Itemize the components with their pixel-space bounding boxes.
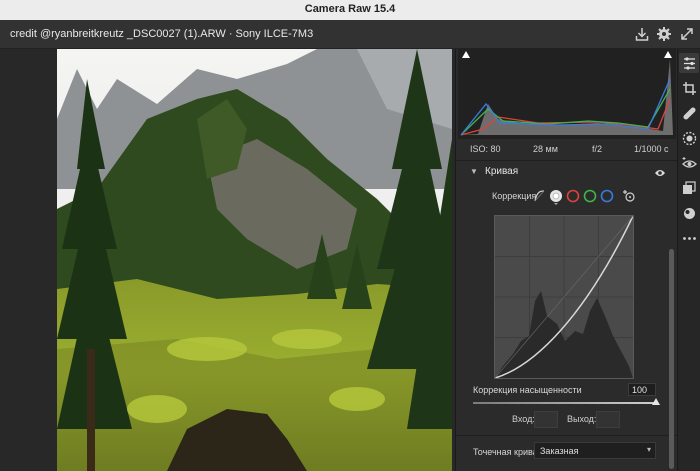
saturation-slider-thumb[interactable] xyxy=(652,398,660,405)
focal-length: 28 мм xyxy=(533,144,558,154)
input-field[interactable] xyxy=(534,411,558,428)
point-curve-label: Точечная кривая xyxy=(473,447,543,457)
file-name: credit @ryanbreitkreutz _DSC0027 (1).ARW… xyxy=(10,28,314,40)
exif-info: ISO: 80 28 мм f/2 1/1000 с xyxy=(456,139,678,159)
highlight-clip-icon xyxy=(664,51,672,58)
saturation-slider-track[interactable] xyxy=(473,402,656,404)
point-curve-white-icon[interactable] xyxy=(549,189,563,205)
crop-icon[interactable] xyxy=(682,81,697,96)
window-titlebar: Camera Raw 15.4 xyxy=(0,0,700,21)
saturation-label: Коррекция насыщенности xyxy=(473,385,582,395)
presets-icon[interactable] xyxy=(682,181,697,196)
saturation-value-field[interactable]: 100 xyxy=(628,383,656,396)
point-curve-value: Заказная xyxy=(540,446,579,456)
more-icon[interactable] xyxy=(682,231,697,246)
image-canvas[interactable] xyxy=(0,49,455,471)
output-label: Выход: xyxy=(567,414,597,424)
photo-preview xyxy=(57,49,452,471)
snapshots-icon[interactable] xyxy=(682,206,697,221)
save-icon[interactable] xyxy=(634,26,650,42)
histogram xyxy=(458,49,676,139)
section-title: Кривая xyxy=(485,166,519,177)
green-channel-icon[interactable] xyxy=(583,189,597,203)
targeted-adjustment-icon[interactable] xyxy=(622,189,636,203)
chevron-down-icon: ▾ xyxy=(646,445,651,454)
point-curve-select[interactable]: Заказная ▾ xyxy=(534,442,656,459)
edit-panel: ISO: 80 28 мм f/2 1/1000 с ▼ Кривая Корр… xyxy=(455,49,678,471)
file-bar: credit @ryanbreitkreutz _DSC0027 (1).ARW… xyxy=(0,20,700,49)
aperture: f/2 xyxy=(592,144,603,154)
visibility-eye-icon[interactable] xyxy=(654,168,666,178)
parametric-curve-icon[interactable] xyxy=(533,189,546,203)
edit-icon[interactable] xyxy=(682,56,697,71)
healing-icon[interactable] xyxy=(682,106,697,121)
iso-value: ISO: 80 xyxy=(470,144,501,154)
output-field[interactable] xyxy=(596,411,620,428)
divider xyxy=(456,435,678,436)
shutter-speed: 1/1000 с xyxy=(634,144,669,154)
correction-row: Коррекция xyxy=(456,186,678,208)
tone-curve-graph[interactable] xyxy=(494,215,634,379)
correction-label: Коррекция xyxy=(492,191,537,201)
curve-section-header[interactable]: ▼ Кривая xyxy=(456,164,678,182)
expand-icon[interactable] xyxy=(679,26,695,42)
blue-channel-icon[interactable] xyxy=(600,189,614,203)
panel-scrollbar[interactable] xyxy=(669,249,674,469)
redeye-icon[interactable] xyxy=(682,156,697,171)
chevron-down-icon[interactable]: ▼ xyxy=(470,167,478,176)
input-label: Вход: xyxy=(512,414,535,424)
gear-icon[interactable] xyxy=(656,26,672,42)
app-title: Camera Raw 15.4 xyxy=(304,3,396,15)
divider xyxy=(456,160,678,161)
shadow-clip-icon xyxy=(462,51,470,58)
mask-icon[interactable] xyxy=(682,131,697,146)
tool-strip xyxy=(677,49,700,471)
red-channel-icon[interactable] xyxy=(566,189,580,203)
